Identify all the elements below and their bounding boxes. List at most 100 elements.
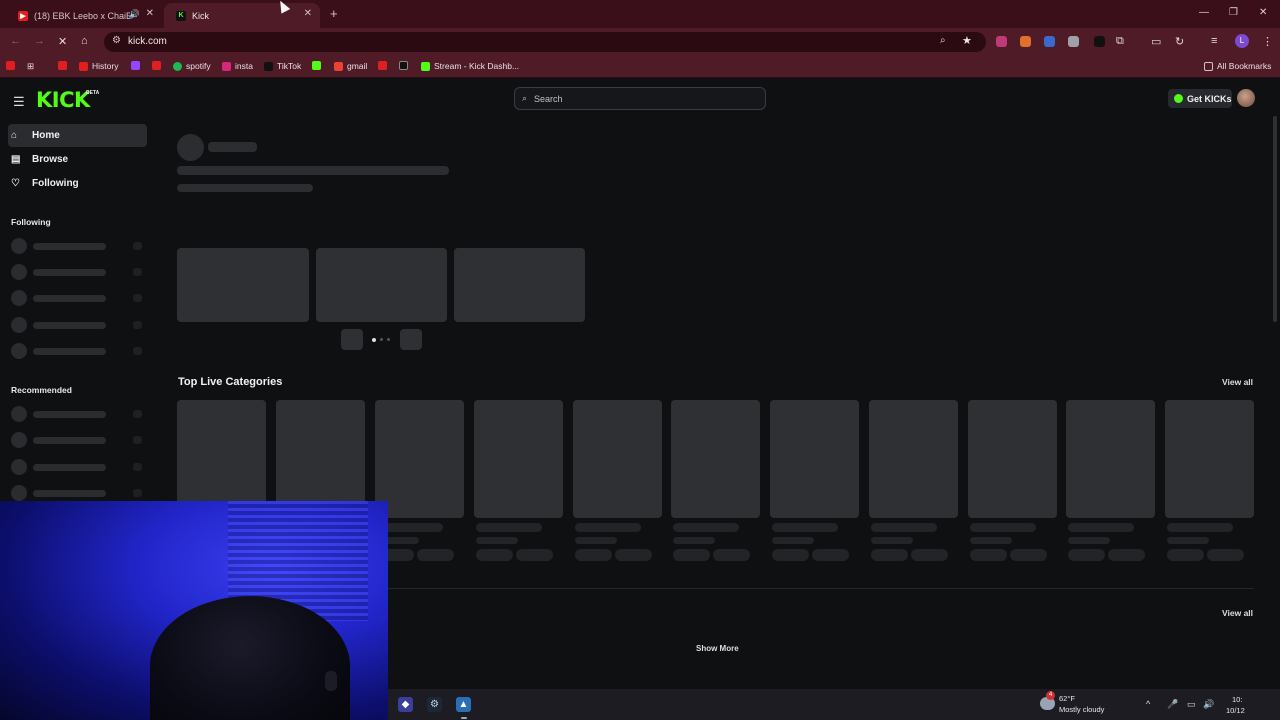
menu-icon[interactable]: ⋮ [1262,35,1273,48]
sidebar-item-label: Following [32,178,79,189]
browse-icon: ▤ [11,154,21,165]
stop-loading-icon[interactable]: ✕ [58,35,67,48]
tab-kick[interactable]: K Kick ✕ [164,3,320,28]
carousel-dot[interactable] [380,338,383,341]
clock-time[interactable]: 10: [1232,695,1242,704]
top-live-categories-title: Top Live Categories [178,376,283,388]
forward-icon[interactable]: → [34,35,45,47]
minimize-icon[interactable]: — [1199,7,1209,18]
media-icon[interactable]: ≡ [1211,35,1217,47]
bookmark-star-icon[interactable]: ★ [962,34,972,47]
photos-icon[interactable]: ▲ [456,697,471,712]
featured-meta-skeleton [177,184,313,192]
recommended-skeleton-row [11,459,144,475]
steam-icon[interactable]: ⚙ [427,697,442,712]
category-tag-skeleton [1068,549,1105,561]
all-bookmarks-button[interactable]: All Bookmarks [1204,61,1271,71]
twitch-icon [131,61,140,70]
category-tag-skeleton [970,549,1007,561]
bookmark-item[interactable] [399,61,412,70]
category-viewers-skeleton [1167,537,1209,544]
search-input[interactable]: ⌕ Search [514,87,766,110]
cast-icon[interactable]: ▭ [1151,35,1161,48]
carousel-prev-button[interactable] [341,329,363,350]
category-card-skeleton [573,400,662,518]
kick-icon [421,61,430,71]
show-more-button[interactable]: Show More [696,644,739,653]
instagram-icon [222,61,231,71]
puzzle-icon[interactable]: ⧉ [1116,35,1124,48]
site-info-icon[interactable]: ⚙ [112,35,121,46]
home-icon[interactable]: ⌂ [81,35,88,47]
weather-temperature[interactable]: 62°F [1059,694,1075,703]
shield-icon[interactable] [1068,36,1079,47]
chevron-up-icon[interactable]: ^ [1146,699,1150,709]
youtube-icon [79,61,88,71]
scrollbar-thumb[interactable] [1273,116,1277,322]
back-icon[interactable]: ← [10,35,21,47]
get-kicks-button[interactable]: Get KICKs [1168,89,1232,108]
bookmark-label: History [92,61,119,71]
category-card-skeleton [671,400,760,518]
bookmark-item[interactable]: gmail [334,61,367,71]
youtube-icon [152,61,161,70]
bookmark-item[interactable] [58,61,71,70]
sidebar-item-browse[interactable]: ▤ Browse [11,154,68,165]
bookmark-item[interactable] [152,61,165,70]
category-card-skeleton [1165,400,1254,518]
speaker-icon[interactable]: 🔊 [129,9,140,20]
headset-icon [325,671,337,691]
bookmark-item[interactable] [6,61,19,70]
category-title-skeleton [871,523,937,532]
category-title-skeleton [575,523,641,532]
extension-icon[interactable] [1044,36,1055,47]
category-viewers-skeleton [1068,537,1110,544]
apps-icon[interactable]: ⊞ [27,61,34,72]
clock-date[interactable]: 10/12 [1226,706,1245,715]
profile-avatar[interactable]: L [1235,34,1249,48]
hamburger-menu-icon[interactable]: ☰ [13,94,25,110]
view-all-link[interactable]: View all [1222,608,1253,618]
youtube-icon: ▶ [18,10,28,21]
weather-description[interactable]: Mostly cloudy [1059,705,1104,714]
volume-icon[interactable]: 🔊 [1203,699,1214,710]
extension-icon[interactable] [996,36,1007,47]
address-bar[interactable]: ⚙ kick.com ⌕ ★ [104,32,986,52]
network-icon[interactable]: ▭ [1187,699,1196,710]
close-icon[interactable]: ✕ [146,8,154,19]
bookmark-item[interactable] [131,61,144,70]
close-icon[interactable]: ✕ [304,8,312,19]
view-all-link[interactable]: View all [1222,377,1253,387]
refresh-icon[interactable]: ↻ [1175,35,1184,48]
kick-logo[interactable]: KICK [36,88,90,112]
sidebar-item-following[interactable]: ♡ Following [11,178,79,189]
carousel-next-button[interactable] [400,329,422,350]
bookmark-item[interactable] [378,61,391,70]
gamepad-icon[interactable]: ◆ [398,697,413,712]
carousel-dot-active[interactable] [372,338,376,342]
bookmark-item[interactable]: spotify [173,61,211,71]
user-avatar[interactable] [1237,89,1255,107]
category-viewers-skeleton [772,537,814,544]
bookmark-item[interactable]: History [79,61,118,71]
close-window-icon[interactable]: ✕ [1259,7,1267,18]
tab-youtube[interactable]: ▶ (18) EBK Leebo x ChaiBenji 🔊 ✕ [6,3,162,28]
zoom-icon[interactable]: ⌕ [940,35,946,46]
bookmark-item[interactable]: insta [222,61,253,71]
url-text[interactable]: kick.com [128,36,167,47]
sidebar-item-home[interactable]: ⌂ Home [11,130,60,141]
carousel-dot[interactable] [387,338,390,341]
maximize-icon[interactable]: ❐ [1229,7,1238,18]
home-icon: ⌂ [11,130,18,141]
new-tab-button[interactable]: + [330,6,338,21]
bookmark-item[interactable]: Stream - Kick Dashb... [421,61,519,71]
extension-icon[interactable] [1020,36,1031,47]
youtube-icon [58,61,67,70]
bookmark-item[interactable]: TikTok [264,61,301,71]
bookmark-label: insta [235,61,253,71]
bookmark-item[interactable] [312,61,325,70]
recommended-skeleton-row [11,485,144,501]
category-title-skeleton [476,523,542,532]
microphone-icon[interactable]: 🎤 [1167,699,1178,710]
extension-icon[interactable] [1094,36,1105,47]
